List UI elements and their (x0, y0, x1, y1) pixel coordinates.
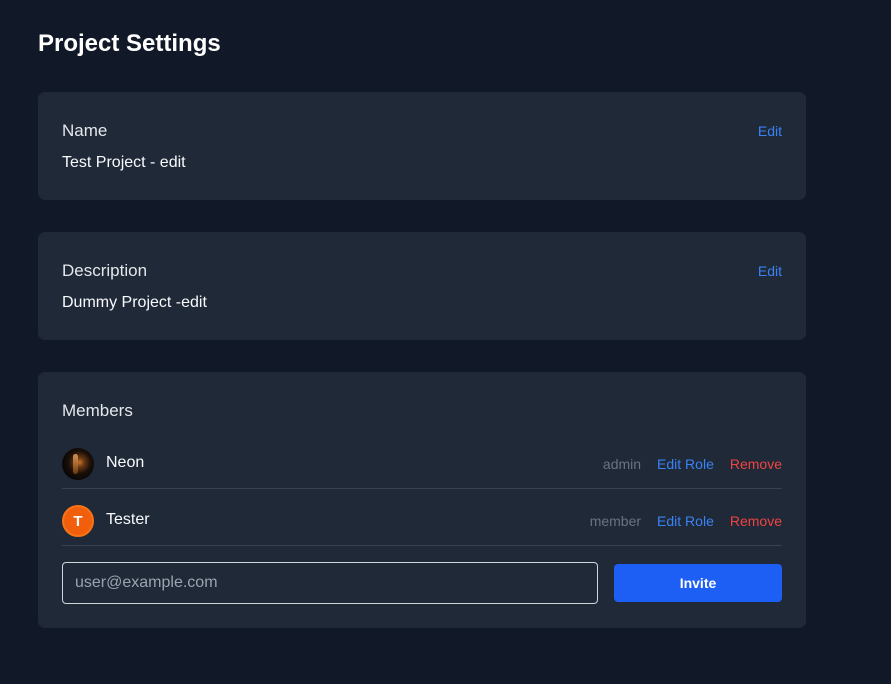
page-title: Project Settings (38, 30, 221, 57)
member-name: Neon (106, 454, 145, 471)
member-role: member (589, 513, 642, 529)
members-card: Members Neon admin Edit Role Remove T Te… (38, 372, 806, 628)
name-card: Name Edit Test Project - edit (38, 92, 806, 200)
project-description-value: Dummy Project -edit (62, 294, 207, 311)
member-row: Neon admin Edit Role Remove (62, 432, 782, 489)
remove-member-button[interactable]: Remove (730, 513, 782, 529)
remove-member-button[interactable]: Remove (730, 456, 782, 472)
member-role: admin (602, 456, 642, 472)
description-card: Description Edit Dummy Project -edit (38, 232, 806, 340)
member-row: T Tester member Edit Role Remove (62, 489, 782, 546)
project-settings-page: Project Settings Name Edit Test Project … (0, 0, 891, 684)
invite-email-input[interactable] (62, 562, 598, 604)
name-card-title: Name (62, 121, 108, 140)
description-edit-link[interactable]: Edit (758, 263, 782, 279)
members-card-title: Members (62, 401, 133, 420)
member-actions: member Edit Role Remove (590, 513, 782, 529)
name-edit-link[interactable]: Edit (758, 123, 782, 139)
member-name: Tester (106, 511, 150, 528)
edit-role-button[interactable]: Edit Role (657, 513, 714, 529)
avatar: T (62, 505, 94, 537)
edit-role-button[interactable]: Edit Role (657, 456, 714, 472)
member-actions: admin Edit Role Remove (603, 456, 782, 472)
project-name-value: Test Project - edit (62, 154, 186, 171)
avatar (62, 448, 94, 480)
invite-button[interactable]: Invite (614, 564, 782, 602)
description-card-title: Description (62, 261, 148, 280)
